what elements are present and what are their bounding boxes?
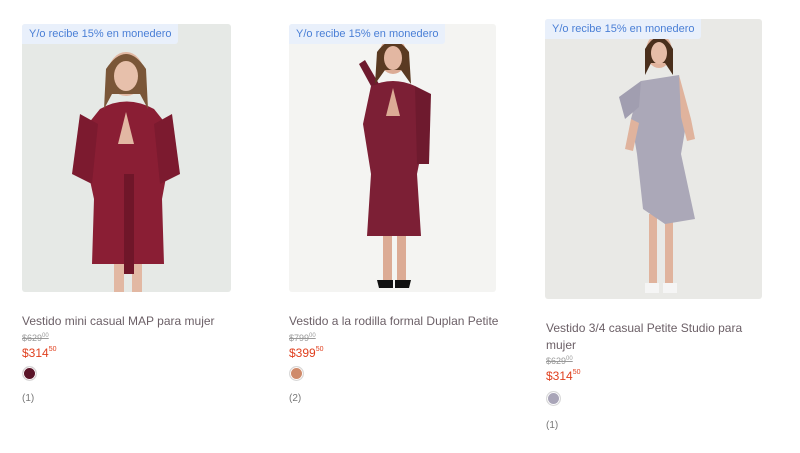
promo-badge-1: Y/o recibe 15% en monedero: [22, 24, 179, 44]
old-price-1: $62900: [22, 333, 49, 343]
dress-photo-2: [289, 24, 496, 292]
price-value-1: $314: [22, 346, 49, 360]
review-count-2[interactable]: (2): [289, 393, 301, 404]
price-1: $31450: [22, 346, 57, 360]
old-price-cents-3: 00: [566, 356, 573, 362]
product-grid: Y/o recibe 15% en monedero Vestido mini …: [0, 0, 800, 453]
dress-photo-1: [22, 24, 231, 292]
product-title-1[interactable]: Vestido mini casual MAP para mujer: [22, 313, 247, 330]
color-swatch-2[interactable]: [289, 366, 304, 381]
old-price-2: $79900: [289, 333, 316, 343]
price-cents-1: 50: [48, 346, 57, 353]
price-cents-3: 50: [572, 369, 581, 376]
color-swatch-1[interactable]: [22, 366, 37, 381]
old-price-cents-1: 00: [42, 333, 49, 339]
product-image-3[interactable]: Y/o recibe 15% en monedero: [545, 19, 762, 299]
dress-photo-3: [545, 19, 762, 299]
old-price-cents-2: 00: [309, 333, 316, 339]
price-3: $31450: [546, 369, 581, 383]
product-title-2[interactable]: Vestido a la rodilla formal Duplan Petit…: [289, 313, 514, 330]
old-price-3: $62900: [546, 356, 573, 366]
price-value-2: $399: [289, 346, 316, 360]
review-count-1[interactable]: (1): [22, 393, 34, 404]
color-swatch-3[interactable]: [546, 391, 561, 406]
price-cents-2: 50: [315, 346, 324, 353]
old-price-value-3: $629: [546, 356, 567, 366]
old-price-value-1: $629: [22, 333, 43, 343]
price-value-3: $314: [546, 369, 573, 383]
product-image-2[interactable]: Y/o recibe 15% en monedero: [289, 24, 496, 292]
product-image-1[interactable]: Y/o recibe 15% en monedero: [22, 24, 231, 292]
price-2: $39950: [289, 346, 324, 360]
promo-badge-3: Y/o recibe 15% en monedero: [545, 19, 702, 39]
product-title-3[interactable]: Vestido 3/4 casual Petite Studio para mu…: [546, 320, 761, 354]
review-count-3[interactable]: (1): [546, 420, 558, 431]
old-price-value-2: $799: [289, 333, 310, 343]
promo-badge-2: Y/o recibe 15% en monedero: [289, 24, 446, 44]
